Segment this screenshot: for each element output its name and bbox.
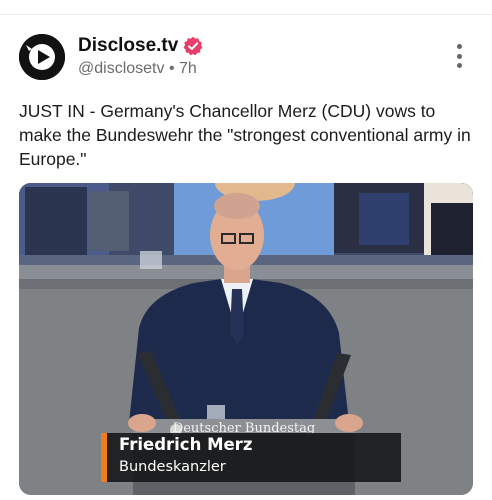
- author-meta: @disclosetv • 7h: [78, 60, 197, 78]
- lower-third-name: Friedrich Merz: [119, 435, 253, 454]
- author-row: Disclose.tv: [78, 35, 203, 57]
- more-options-icon[interactable]: [449, 44, 469, 68]
- post-time[interactable]: 7h: [179, 60, 197, 77]
- play-logo-icon: [19, 34, 65, 80]
- author-name[interactable]: Disclose.tv: [78, 35, 178, 57]
- top-divider: [0, 14, 492, 15]
- avatar[interactable]: [19, 34, 65, 80]
- post-media-image[interactable]: Deutscher Bundestag Friedrich Merz Bunde…: [19, 183, 473, 495]
- lower-third-role: Bundeskanzler: [119, 459, 226, 475]
- author-handle[interactable]: @disclosetv: [78, 60, 165, 77]
- verified-badge-icon: [183, 36, 203, 56]
- meta-separator: •: [168, 60, 175, 77]
- lower-third-accent: [101, 433, 107, 482]
- post-text: JUST IN - Germany's Chancellor Merz (CDU…: [19, 101, 471, 169]
